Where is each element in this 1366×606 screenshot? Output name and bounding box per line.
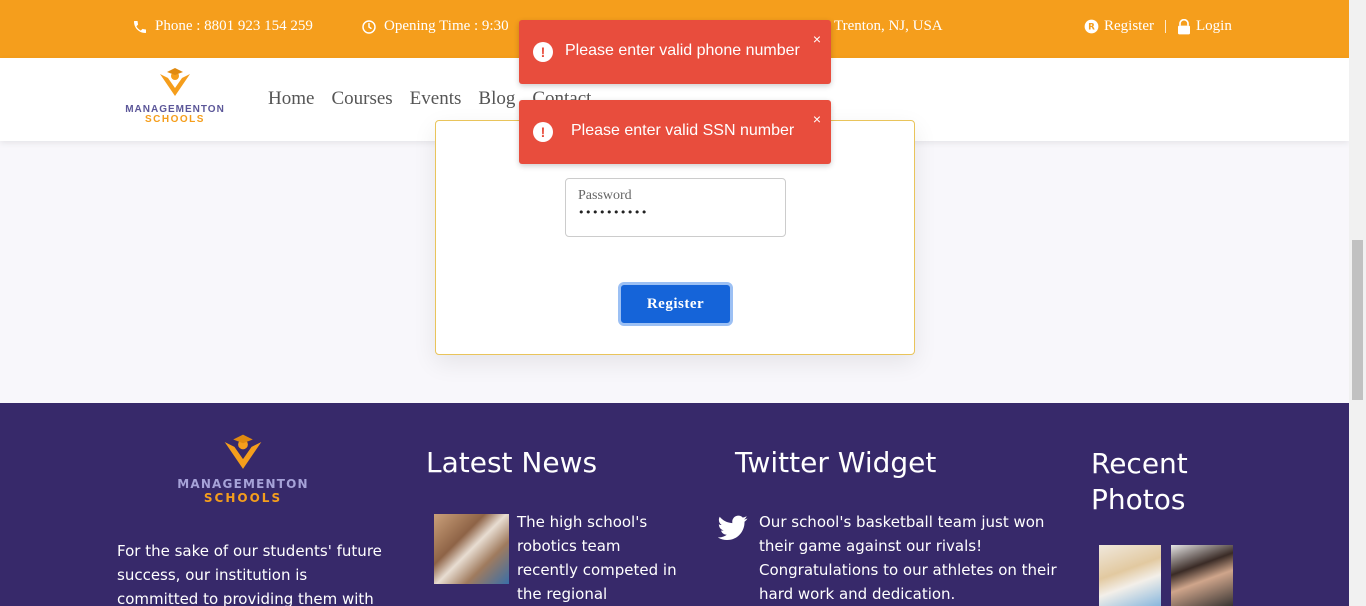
news-excerpt[interactable]: The high school's robotics team recently… bbox=[517, 510, 677, 606]
phone-icon bbox=[134, 20, 146, 33]
register-button[interactable]: Register bbox=[618, 282, 733, 326]
auth-links: R Register | Login bbox=[1084, 18, 1232, 35]
alert-icon: ! bbox=[533, 122, 553, 142]
address-info: Trenton, NJ, USA bbox=[834, 18, 943, 35]
footer-about-text: For the sake of our students' future suc… bbox=[117, 542, 382, 606]
toast-message: Please enter valid SSN number bbox=[571, 122, 795, 139]
footer-logo-text-primary: MANAGEMENTON bbox=[177, 477, 309, 491]
password-label: Password bbox=[578, 188, 632, 203]
opening-time-text: Opening Time : 9:30 bbox=[384, 18, 509, 34]
news-thumbnail[interactable] bbox=[434, 514, 509, 584]
opening-time-info: Opening Time : 9:30 bbox=[361, 18, 509, 35]
nav-events[interactable]: Events bbox=[410, 88, 462, 110]
login-link[interactable]: Login bbox=[1196, 18, 1232, 35]
tweet-text: Our school's basketball team just won th… bbox=[759, 513, 1057, 603]
auth-separator: | bbox=[1164, 18, 1168, 34]
recent-photos-heading: Recent Photos bbox=[1091, 446, 1188, 518]
logo-text-secondary: SCHOOLS bbox=[145, 114, 205, 125]
address-text: Trenton, NJ, USA bbox=[834, 18, 943, 34]
footer-logo[interactable]: MANAGEMENTON SCHOOLS bbox=[176, 433, 310, 505]
recent-photo-1[interactable] bbox=[1099, 545, 1161, 606]
phone-info: Phone : 8801 923 154 259 bbox=[132, 18, 313, 35]
twitter-widget-heading: Twitter Widget bbox=[735, 446, 937, 479]
nav-blog[interactable]: Blog bbox=[478, 88, 515, 110]
close-icon[interactable]: × bbox=[813, 32, 821, 46]
toast-message: Please enter valid phone number bbox=[565, 42, 800, 59]
footer-logo-text-secondary: SCHOOLS bbox=[203, 491, 283, 505]
svg-text:R: R bbox=[1088, 23, 1095, 33]
register-icon: R bbox=[1084, 19, 1099, 34]
logo-emblem-icon bbox=[160, 68, 190, 96]
recent-photos-heading-line2: Photos bbox=[1091, 483, 1186, 516]
latest-news-heading: Latest News bbox=[426, 446, 598, 479]
site-footer: MANAGEMENTON SCHOOLS For the sake of our… bbox=[0, 403, 1349, 606]
error-toast-ssn: ! Please enter valid SSN number × bbox=[519, 100, 831, 164]
register-link[interactable]: Register bbox=[1104, 18, 1154, 35]
page-scrollbar[interactable] bbox=[1349, 0, 1366, 606]
nav-courses[interactable]: Courses bbox=[331, 88, 392, 110]
scrollbar-thumb[interactable] bbox=[1352, 240, 1363, 400]
close-icon[interactable]: × bbox=[813, 112, 821, 126]
lock-icon bbox=[1178, 18, 1191, 34]
nav-home[interactable]: Home bbox=[268, 88, 314, 110]
password-input[interactable]: •••••••••• bbox=[578, 206, 773, 219]
recent-photo-2[interactable] bbox=[1171, 545, 1233, 606]
recent-photos-heading-line1: Recent bbox=[1091, 447, 1188, 480]
alert-icon: ! bbox=[533, 42, 553, 62]
phone-text: Phone : 8801 923 154 259 bbox=[155, 18, 313, 34]
password-field[interactable]: Password •••••••••• bbox=[565, 178, 786, 237]
clock-icon bbox=[362, 19, 376, 34]
logo-emblem-icon bbox=[224, 434, 262, 469]
site-logo[interactable]: MANAGEMENTON SCHOOLS bbox=[123, 68, 227, 125]
twitter-icon bbox=[718, 515, 748, 540]
error-toast-phone: ! Please enter valid phone number × bbox=[519, 20, 831, 84]
